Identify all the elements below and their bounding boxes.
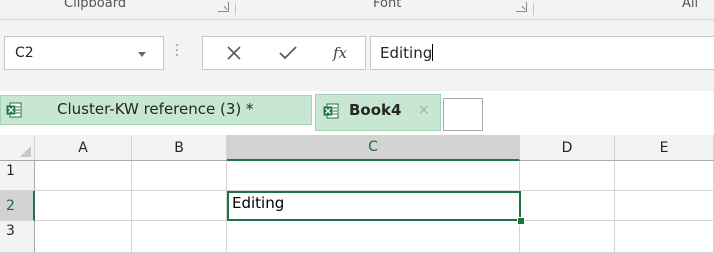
tab-cluster-kw-reference[interactable]: Cluster-KW reference (3) *	[0, 95, 312, 125]
ribbon-divider	[533, 3, 534, 15]
column-header-d[interactable]: D	[520, 135, 615, 160]
cell-b1[interactable]	[132, 161, 227, 191]
formula-bar: C2 fx Editing	[0, 20, 714, 91]
tab-label: Book4	[349, 101, 402, 119]
excel-file-icon	[6, 102, 22, 118]
cell-b3[interactable]	[132, 221, 227, 253]
active-cell-border	[227, 191, 521, 221]
formula-input[interactable]: Editing	[370, 36, 714, 70]
row-header-1[interactable]: 1	[0, 161, 35, 191]
new-tab-button[interactable]	[443, 98, 483, 131]
name-box-value: C2	[15, 45, 34, 61]
insert-function-icon[interactable]: fx	[326, 37, 354, 69]
ribbon-group-clipboard-label: Clipboard	[64, 0, 127, 11]
cell-e1[interactable]	[615, 161, 714, 191]
formula-buttons: fx	[202, 36, 366, 70]
cell-d1[interactable]	[520, 161, 615, 191]
row-header-3[interactable]: 3	[0, 221, 35, 253]
checkmark-icon[interactable]	[275, 37, 301, 69]
column-header-row: A B C D E	[0, 135, 714, 161]
chevron-down-icon[interactable]	[138, 52, 146, 57]
fill-handle[interactable]	[517, 217, 525, 225]
column-header-c[interactable]: C	[227, 135, 520, 161]
cell-c1[interactable]	[227, 161, 520, 191]
cell-d2[interactable]	[520, 191, 615, 221]
document-tabs: Cluster-KW reference (3) * Book4 ×	[0, 91, 714, 132]
cancel-icon[interactable]	[221, 37, 247, 69]
tab-book4[interactable]: Book4 ×	[315, 94, 441, 131]
ribbon-group-alignment-label: Ali	[682, 0, 699, 11]
cell-d3[interactable]	[520, 221, 615, 253]
cell-b2[interactable]	[132, 191, 227, 221]
column-header-e[interactable]: E	[615, 135, 714, 160]
formula-value: Editing	[380, 44, 433, 62]
spreadsheet-grid: A B C D E 1 2 3 Editing	[0, 135, 714, 253]
ribbon-group-font-label: Font	[373, 0, 402, 11]
cell-a1[interactable]	[35, 161, 132, 191]
name-box[interactable]: C2	[4, 36, 164, 70]
clipboard-dialog-launcher-icon[interactable]	[218, 2, 229, 12]
font-dialog-launcher-icon[interactable]	[516, 2, 527, 12]
column-header-a[interactable]: A	[35, 135, 132, 160]
row-header-2[interactable]: 2	[0, 191, 35, 221]
cell-a3[interactable]	[35, 221, 132, 253]
select-all-button[interactable]	[0, 135, 35, 160]
cell-e2[interactable]	[615, 191, 714, 221]
text-caret	[432, 44, 434, 61]
ribbon-divider	[235, 3, 236, 15]
close-icon[interactable]: ×	[418, 102, 430, 118]
tab-label: Cluster-KW reference (3) *	[57, 100, 254, 118]
cell-e3[interactable]	[615, 221, 714, 253]
drag-handle-icon[interactable]	[176, 44, 178, 62]
cell-c3[interactable]	[227, 221, 520, 253]
excel-file-icon	[323, 103, 339, 119]
column-header-b[interactable]: B	[132, 135, 227, 160]
cell-a2[interactable]	[35, 191, 132, 221]
ribbon-group-labels: Clipboard Font Ali	[0, 0, 714, 20]
